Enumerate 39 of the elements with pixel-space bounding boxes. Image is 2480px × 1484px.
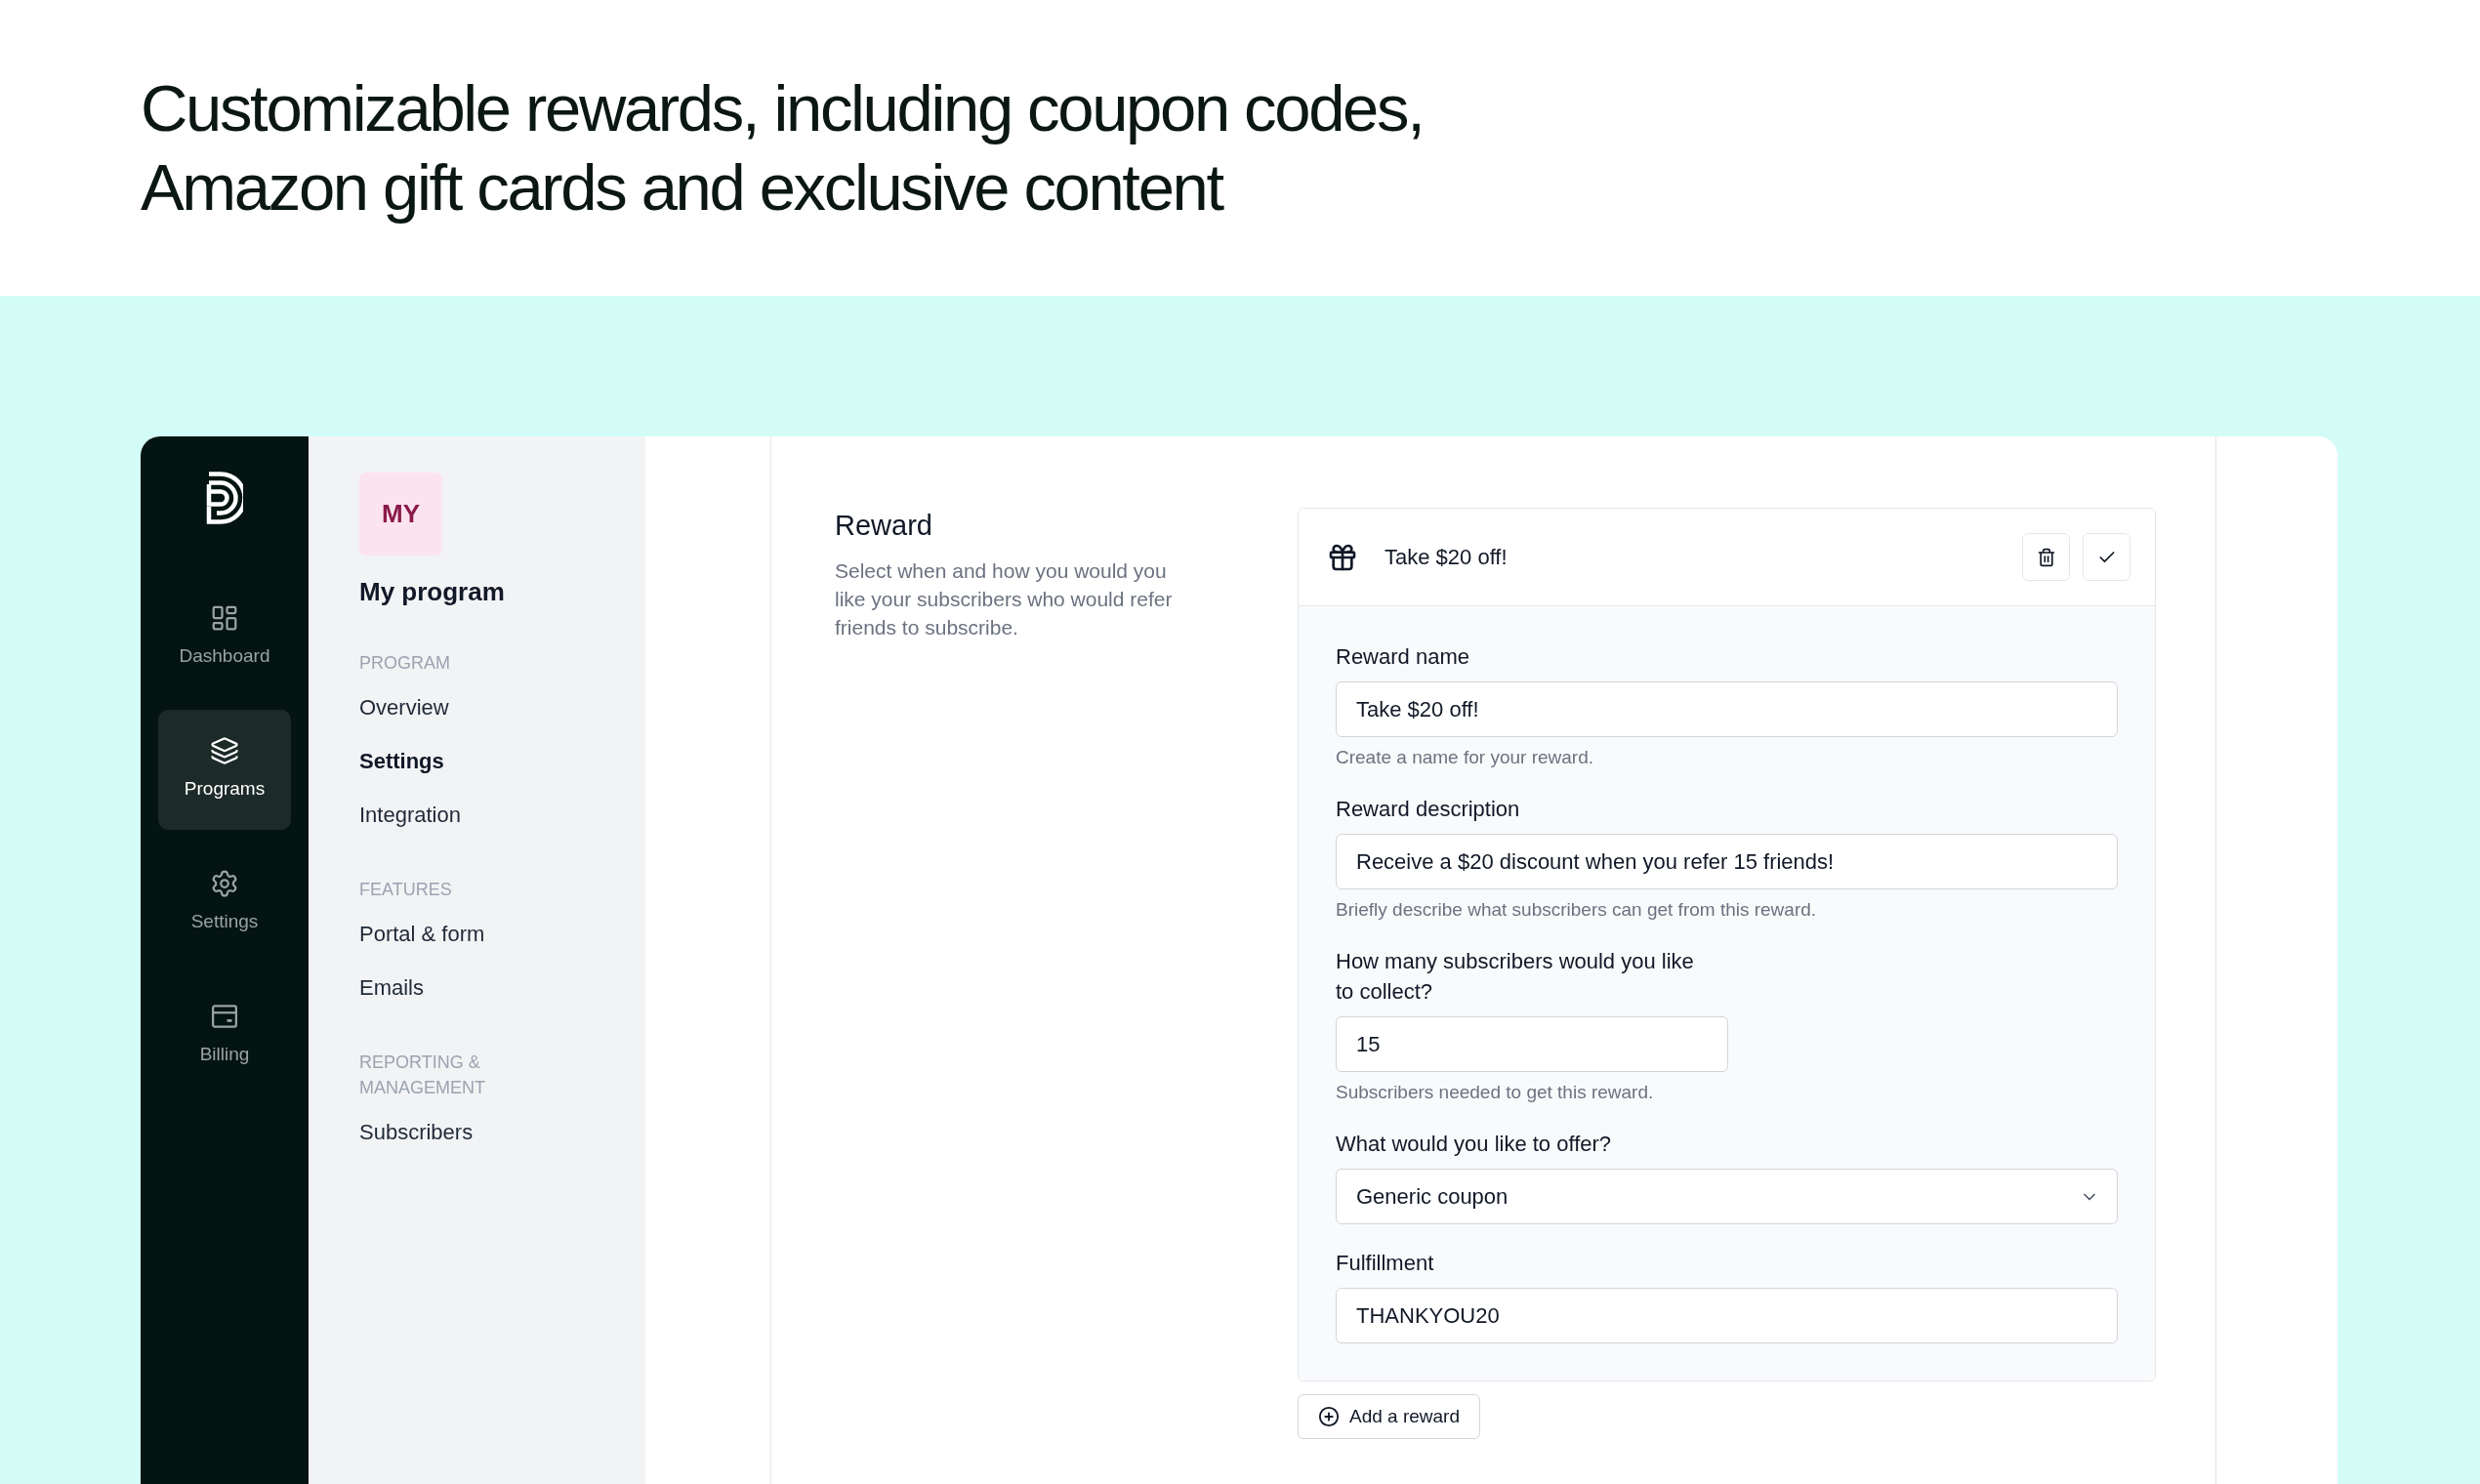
field-label: Reward description <box>1336 796 1521 823</box>
select-field[interactable]: Generic coupon <box>1336 1169 2118 1224</box>
text-field[interactable]: Receive a $20 discount when you refer 15 friends! <box>1336 834 2118 889</box>
headline: Customizable rewards, including coupon codes, Amazon gift cards and exclusive content <box>141 70 1424 226</box>
text-field[interactable]: Take $20 off! <box>1336 681 2118 737</box>
sidebar-item[interactable]: Dashboard <box>158 577 291 697</box>
plus-circle-icon <box>1318 1406 1340 1427</box>
text-field[interactable]: 15 <box>1336 1016 1728 1072</box>
trash-icon <box>2036 547 2056 567</box>
sidebar-item[interactable]: Programs <box>158 710 291 830</box>
section-title: Reward <box>835 509 933 543</box>
layers-icon <box>210 736 239 766</box>
field-hint: Briefly describe what subscribers can get from this reward. <box>1336 898 1818 922</box>
field-label: Reward name <box>1336 643 1470 671</box>
field-label: Fulfillment <box>1336 1250 1435 1277</box>
delete-button[interactable] <box>2022 533 2070 581</box>
logo <box>206 472 243 524</box>
nav-item[interactable]: Overview <box>359 680 449 734</box>
section-heading: PROGRAM <box>359 652 451 675</box>
text-field[interactable]: THANKYOU20 <box>1336 1288 2118 1343</box>
sidebar-item[interactable]: Settings <box>158 843 291 963</box>
add-reward-button[interactable]: Add a reward <box>1298 1394 1480 1439</box>
avatar: MY <box>359 473 442 556</box>
program-name: My program <box>359 576 506 608</box>
section-description: Select when and how you would you like your subscribers who would refer friends to subscribe. <box>835 558 1174 640</box>
nav-item[interactable]: Integration <box>359 788 461 842</box>
reward-title: Take $20 off! <box>1385 544 1508 571</box>
nav-item[interactable]: Emails <box>359 961 424 1014</box>
nav-item[interactable]: Portal & form <box>359 907 485 961</box>
nav-item[interactable]: Subscribers <box>359 1105 474 1159</box>
sidebar-item[interactable]: Billing <box>158 975 291 1095</box>
field-label: What would you like to offer? <box>1336 1131 1613 1158</box>
field-hint: Subscribers needed to get this reward. <box>1336 1081 1655 1104</box>
nav-item[interactable]: Settings <box>359 734 444 788</box>
gear-icon <box>210 869 239 899</box>
section-heading: REPORTING & MANAGEMENT <box>359 1051 486 1099</box>
section-heading: FEATURES <box>359 879 453 901</box>
field-label: How many subscribers would you like to collect? <box>1336 948 1695 1006</box>
field-hint: Create a name for your reward. <box>1336 746 1594 769</box>
